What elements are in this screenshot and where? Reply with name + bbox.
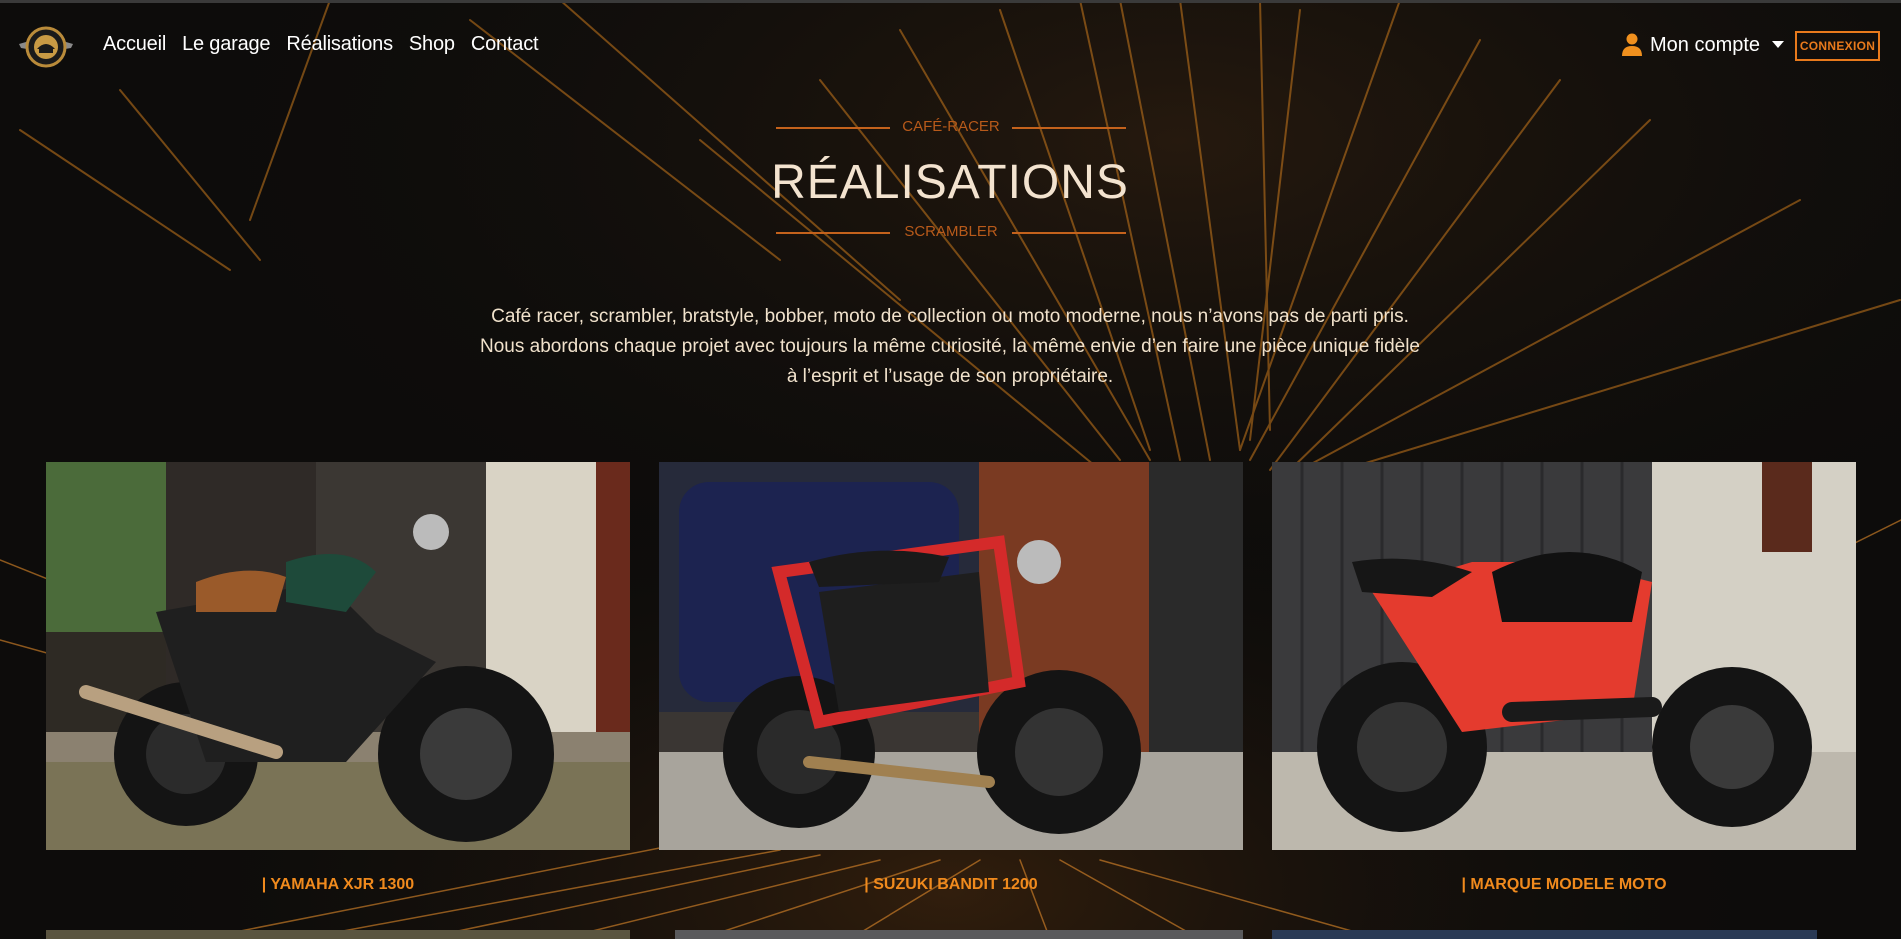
login-button[interactable]: CONNEXION: [1795, 31, 1880, 61]
project-card-peek: [675, 930, 1243, 939]
account-label: Mon compte: [1650, 33, 1761, 56]
intro-text: Café racer, scrambler, bratstyle, bobber…: [480, 302, 1420, 392]
nav-link-le-garage[interactable]: Le garage: [182, 33, 270, 56]
nav-menu: Accueil Le garage Réalisations Shop Cont…: [103, 33, 539, 56]
motorcycle-photo: [46, 462, 630, 850]
project-card-peek: [1272, 930, 1817, 939]
motorcycle-photo: [659, 462, 1243, 850]
kicker-top-label: CAFÉ-RACER: [902, 118, 1000, 135]
project-card-peek: [46, 930, 630, 939]
logo-emblem[interactable]: [17, 22, 75, 72]
intro-line-1: Café racer, scrambler, bratstyle, bobber…: [491, 306, 1409, 327]
kicker-bottom: SCRAMBLER: [776, 223, 1126, 240]
nav-link-contact[interactable]: Contact: [471, 33, 539, 56]
divider-line: [1012, 127, 1126, 129]
chevron-down-icon: [1772, 41, 1785, 48]
project-title[interactable]: | YAMAHA XJR 1300: [46, 876, 630, 894]
project-card-image[interactable]: [1272, 462, 1856, 850]
project-title[interactable]: | MARQUE MODELE MOTO: [1272, 876, 1856, 894]
project-card-image[interactable]: [659, 462, 1243, 850]
nav-link-accueil[interactable]: Accueil: [103, 33, 166, 56]
divider-line: [1012, 232, 1126, 234]
project-card-image[interactable]: [46, 462, 630, 850]
nav-link-realisations[interactable]: Réalisations: [286, 33, 393, 56]
divider-line: [776, 127, 890, 129]
divider-line: [776, 232, 890, 234]
kicker-bottom-label: SCRAMBLER: [904, 223, 998, 240]
motorcycle-photo: [1272, 462, 1856, 850]
project-title[interactable]: | SUZUKI BANDIT 1200: [659, 876, 1243, 894]
kicker-top: CAFÉ-RACER: [776, 118, 1126, 135]
account-dropdown[interactable]: Mon compte: [1622, 33, 1785, 57]
intro-line-2: Nous abordons chaque projet avec toujour…: [480, 336, 1420, 387]
main-navbar: Accueil Le garage Réalisations Shop Cont…: [0, 3, 1901, 85]
user-icon: [1622, 33, 1642, 56]
page-title: RÉALISATIONS: [771, 156, 1129, 209]
nav-link-shop[interactable]: Shop: [409, 33, 455, 56]
